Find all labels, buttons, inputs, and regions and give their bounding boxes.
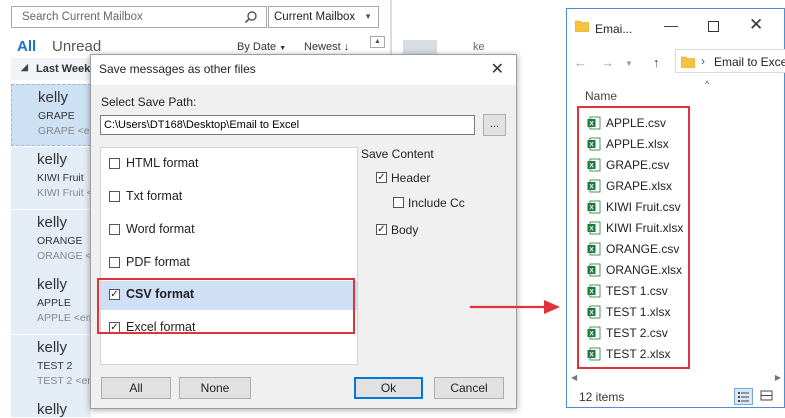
save-header-label: Header [391, 171, 431, 185]
checkbox-checked[interactable]: ✓ [376, 224, 387, 235]
tab-unread[interactable]: Unread [52, 38, 101, 55]
address-path: Email to Exce [714, 55, 785, 69]
up-arrow-icon[interactable]: ↑ [653, 55, 660, 70]
mail-preview: ORANGE <e [37, 250, 98, 262]
details-view-icon [738, 392, 749, 402]
highlight-box [97, 278, 355, 334]
browse-button[interactable]: ... [483, 114, 506, 136]
folder-icon [681, 56, 695, 68]
search-input[interactable]: Search Current Mailbox [11, 6, 267, 28]
address-bar[interactable]: › Email to Exce [675, 49, 785, 73]
sort-indicator-icon: ^ [705, 79, 710, 89]
format-option-html[interactable]: HTML format [101, 150, 357, 179]
checkbox-checked[interactable]: ✓ [376, 172, 387, 183]
scroll-right-icon[interactable]: ▶ [775, 373, 781, 382]
arrow-down-icon: ↓ [343, 41, 350, 53]
checkbox[interactable] [393, 197, 404, 208]
mail-sender: kelly [37, 214, 68, 231]
tiles-view-button[interactable] [758, 388, 777, 405]
save-body-option[interactable]: ✓ Body [376, 223, 426, 239]
format-label: PDF format [126, 255, 190, 269]
forward-icon[interactable]: → [601, 55, 614, 70]
ok-button[interactable]: Ok [354, 377, 423, 399]
maximize-icon[interactable] [708, 21, 719, 32]
mail-list-item[interactable]: kelly TEST 2 TEST 2 <em [11, 335, 96, 397]
mail-subject: KIWI Fruit [37, 172, 84, 184]
save-body-label: Body [391, 223, 419, 237]
format-label: Word format [126, 222, 195, 236]
mail-list-item[interactable]: kelly KIWI Fruit KIWI Fruit < [11, 147, 93, 209]
highlight-box [577, 106, 690, 369]
close-icon[interactable]: ✕ [749, 15, 763, 35]
mail-list-item[interactable]: kelly APPLE APPLE <em [11, 272, 95, 334]
mail-subject: ORANGE [37, 235, 83, 247]
mail-preview: TEST 2 <em [37, 375, 97, 387]
mail-subject: TEST 2 [37, 360, 73, 372]
reading-pane-sender: ke [473, 41, 485, 53]
group-header-label: Last Week [36, 63, 91, 75]
mail-sender: kelly [38, 89, 69, 106]
recent-chevron-icon[interactable]: ▼ [625, 59, 633, 68]
status-item-count: 12 items [579, 390, 625, 404]
select-none-button[interactable]: None [179, 377, 251, 399]
mail-list-item[interactable]: kelly GRAPE GRAPE <em [11, 84, 98, 146]
cancel-button[interactable]: Cancel [434, 377, 504, 399]
save-path-input[interactable] [100, 115, 475, 135]
arrow-right-icon [470, 300, 560, 314]
chevron-down-icon: ▼ [364, 12, 372, 21]
save-header-option[interactable]: ✓ Header [376, 171, 436, 187]
scroll-left-icon[interactable]: ◀ [571, 373, 577, 382]
dialog-body: Select Save Path: ... HTML format Txt fo… [91, 85, 516, 408]
format-label: Txt format [126, 189, 183, 203]
mail-sender: kelly [37, 151, 68, 168]
mail-preview: KIWI Fruit < [37, 187, 93, 199]
format-option-word[interactable]: Word format [101, 216, 357, 245]
sort-by-label: By Date [237, 41, 277, 53]
collapse-triangle-icon: ◢ [21, 62, 28, 72]
pane-divider [390, 0, 392, 60]
folder-icon [575, 20, 589, 32]
scroll-up-button[interactable]: ▲ [370, 36, 385, 48]
column-header-name[interactable]: Name [585, 89, 617, 103]
horizontal-scrollbar[interactable]: ◀ ▶ [569, 373, 783, 385]
mail-sender: kelly [37, 276, 68, 293]
include-cc-option[interactable]: Include Cc [393, 196, 465, 212]
sort-order-label: Newest [304, 41, 341, 53]
tiles-view-icon [760, 390, 773, 401]
tab-all[interactable]: All [17, 38, 36, 55]
checkbox[interactable] [109, 158, 120, 169]
mail-preview: APPLE <em [37, 312, 95, 324]
sort-order-toggle[interactable]: Newest ↓ [304, 41, 349, 53]
format-option-txt[interactable]: Txt format [101, 183, 357, 212]
sort-by-dropdown[interactable]: By Date ▼ [237, 41, 286, 53]
mail-list-item[interactable]: kelly ORANGE ORANGE <e [11, 210, 97, 272]
select-all-button[interactable]: All [101, 377, 171, 399]
chevron-down-icon: ▼ [279, 45, 287, 52]
search-placeholder: Search Current Mailbox [22, 11, 143, 23]
mail-sender: kelly [37, 339, 68, 356]
save-messages-dialog: Save messages as other files ✕ Select Sa… [90, 54, 517, 409]
checkbox[interactable] [109, 257, 120, 268]
checkbox[interactable] [109, 224, 120, 235]
breadcrumb-separator-icon[interactable]: › [701, 54, 705, 68]
format-option-pdf[interactable]: PDF format [101, 249, 357, 278]
search-scope-value: Current Mailbox [274, 11, 356, 23]
close-icon[interactable]: ✕ [491, 59, 504, 79]
checkbox[interactable] [109, 191, 120, 202]
format-label: HTML format [126, 156, 199, 170]
mail-list-item[interactable]: kelly [11, 397, 91, 418]
search-scope-dropdown[interactable]: Current Mailbox ▼ [268, 6, 379, 28]
save-path-label: Select Save Path: [101, 95, 197, 109]
back-icon[interactable]: ← [574, 55, 587, 70]
details-view-button[interactable] [734, 388, 753, 405]
mail-subject: APPLE [37, 297, 71, 309]
minimize-icon[interactable]: — [664, 17, 678, 33]
include-cc-label: Include Cc [408, 196, 465, 210]
mail-sender: kelly [37, 401, 68, 418]
dialog-title: Save messages as other files [99, 62, 256, 76]
window-title: Emai... [595, 22, 633, 36]
search-icon[interactable] [244, 10, 258, 24]
save-content-label: Save Content [361, 147, 434, 161]
mail-subject: GRAPE [38, 110, 75, 122]
